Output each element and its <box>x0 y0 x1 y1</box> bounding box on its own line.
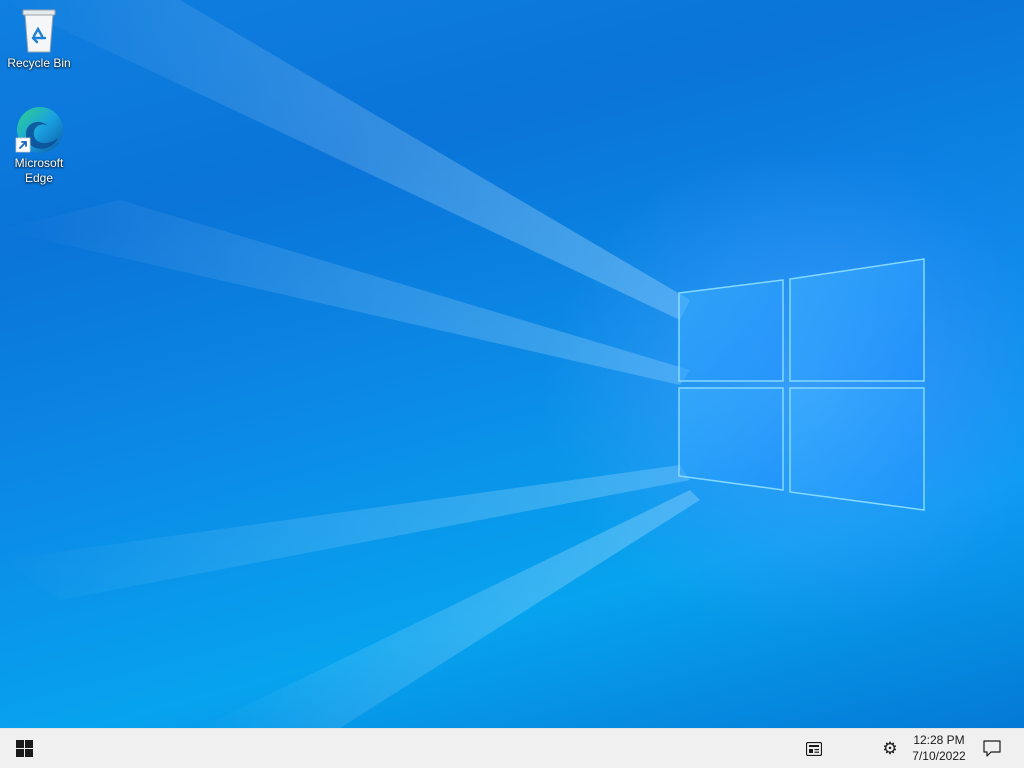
microsoft-edge-label: Microsoft Edge <box>14 156 64 185</box>
desktop[interactable]: Recycle Bin Microsoft Edge <box>0 0 1024 728</box>
start-button[interactable] <box>0 729 48 768</box>
windows-logo-icon <box>15 740 33 757</box>
gear-icon: ⚙ <box>882 738 898 758</box>
settings-button[interactable]: ⚙ <box>872 729 908 768</box>
recycle-bin-label: Recycle Bin <box>7 56 71 70</box>
wallpaper-windows-logo <box>678 258 925 511</box>
microsoft-edge-shortcut[interactable]: Microsoft Edge <box>3 104 75 186</box>
recycle-bin-shortcut[interactable]: Recycle Bin <box>3 6 75 71</box>
microsoft-edge-icon <box>15 107 63 153</box>
news-and-interests-icon <box>806 741 822 756</box>
clock-date: 7/10/2022 <box>912 749 966 763</box>
action-center-button[interactable] <box>978 729 1006 768</box>
news-and-interests-button[interactable] <box>796 729 832 768</box>
taskbar: ⚙ 12:28 PM 7/10/2022 <box>0 728 1024 768</box>
clock-time: 12:28 PM <box>913 733 965 747</box>
clock[interactable]: 12:28 PM 7/10/2022 <box>904 732 974 766</box>
recycle-bin-icon <box>22 9 56 53</box>
action-center-icon <box>983 740 1001 757</box>
